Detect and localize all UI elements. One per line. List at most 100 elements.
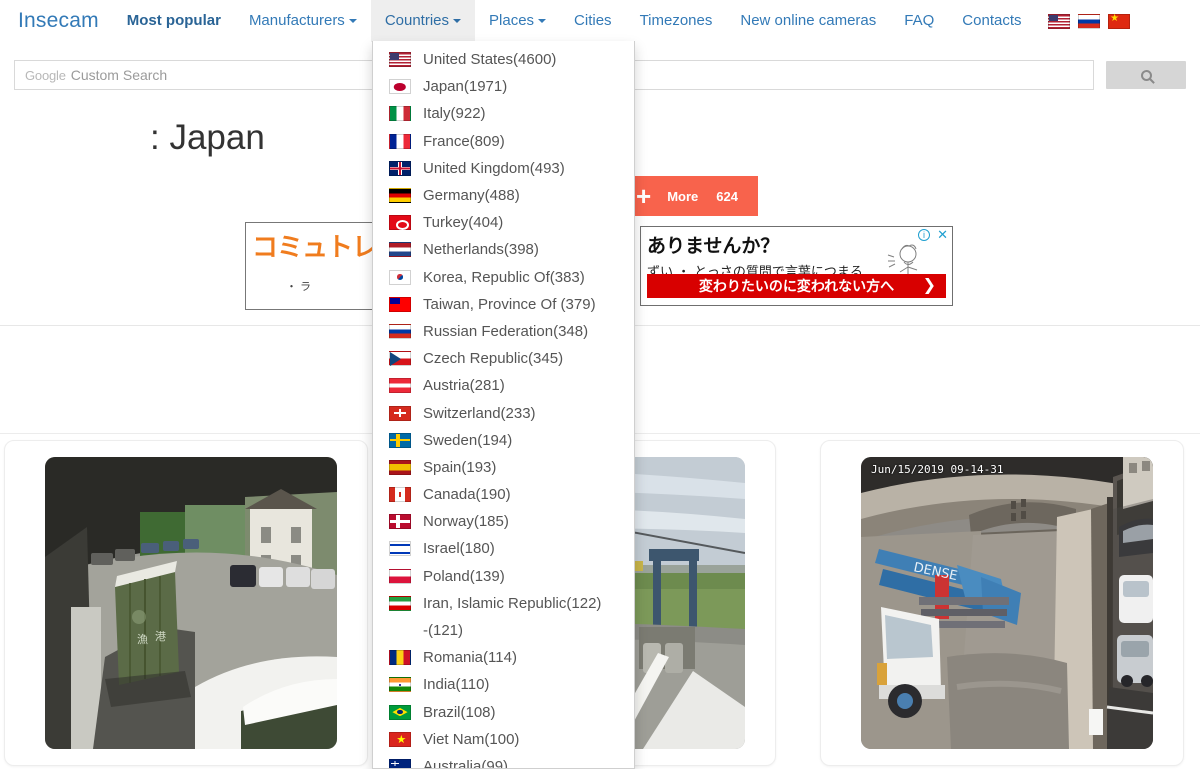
- flag-cn-icon[interactable]: [1107, 13, 1130, 29]
- svg-text:漁: 漁: [137, 632, 148, 646]
- nav-item-contacts[interactable]: Contacts: [948, 0, 1035, 42]
- dropdown-item-switzerland-233[interactable]: Switzerland(233): [373, 399, 634, 426]
- flag-ru-icon[interactable]: [1077, 13, 1100, 29]
- dropdown-item-label: United Kingdom(493): [423, 159, 565, 177]
- dropdown-item-india-110[interactable]: India(110): [373, 671, 634, 698]
- flag-pl-icon: [389, 568, 411, 584]
- dropdown-item-label: Canada(190): [423, 486, 511, 504]
- dropdown-item-121[interactable]: -(121): [373, 617, 634, 644]
- ad-info-icon[interactable]: i: [918, 229, 930, 241]
- dropdown-item-label: Italy(922): [423, 105, 486, 123]
- share-more-button[interactable]: + More 624: [620, 176, 758, 216]
- nav-item-places[interactable]: Places: [475, 0, 560, 42]
- dropdown-item-united-kingdom-493[interactable]: United Kingdom(493): [373, 155, 634, 182]
- dropdown-item-label: Spain(193): [423, 458, 497, 476]
- camera-timestamp: Jun/15/2019 09-14-31: [871, 463, 1004, 476]
- dropdown-item-label: Turkey(404): [423, 214, 504, 232]
- dropdown-item-romania-114[interactable]: Romania(114): [373, 644, 634, 671]
- nav-item-label: Cities: [574, 12, 612, 29]
- dropdown-item-italy-922[interactable]: Italy(922): [373, 100, 634, 127]
- dropdown-item-united-states-4600[interactable]: United States(4600): [373, 46, 634, 73]
- flag-ch-icon: [389, 405, 411, 421]
- dropdown-item-label: India(110): [423, 676, 490, 694]
- nav-item-label: FAQ: [904, 12, 935, 29]
- flag-ir-icon: [389, 595, 411, 611]
- nav-item-faq[interactable]: FAQ: [890, 0, 948, 42]
- dropdown-item-label: Netherlands(398): [423, 241, 539, 259]
- dropdown-item-australia-99[interactable]: Australia(99): [373, 753, 634, 769]
- page-root: Insecam Most popular Manufacturers Countri…: [0, 0, 1200, 769]
- dropdown-item-germany-488[interactable]: Germany(488): [373, 182, 634, 209]
- dropdown-item-japan-1971[interactable]: Japan(1971): [373, 73, 634, 100]
- dropdown-item-label: Israel(180): [423, 540, 495, 558]
- svg-text:港: 港: [155, 630, 166, 643]
- dropdown-item-norway-185[interactable]: Norway(185): [373, 508, 634, 535]
- dropdown-item-canada-190[interactable]: Canada(190): [373, 481, 634, 508]
- dropdown-item-label: Poland(139): [423, 567, 505, 585]
- countries-dropdown: United States(4600) Japan(1971) Italy(922)…: [372, 41, 635, 769]
- nav-item-countries[interactable]: Countries: [370, 0, 476, 42]
- site-brand[interactable]: Insecam: [0, 9, 113, 33]
- chevron-down-icon: [538, 19, 547, 24]
- nav-items: Most popular Manufacturers Countries Places…: [113, 0, 1036, 42]
- ad-cta-text: 変わりたいのに変われない方へ: [698, 279, 895, 295]
- camera-card-1[interactable]: 漁 港: [4, 440, 368, 766]
- ad-right[interactable]: ありませんか？ ずい ・ とっさの質問で言葉につまる i ✕ 変わりたいのに変わ…: [640, 226, 953, 306]
- flag-in-icon: [389, 677, 411, 693]
- dropdown-item-sweden-194[interactable]: Sweden(194): [373, 427, 634, 454]
- flag-at-icon: [389, 378, 411, 394]
- nav-item-manufacturers[interactable]: Manufacturers: [235, 0, 371, 42]
- plus-icon: +: [636, 181, 652, 211]
- nav-item-label: Most popular: [126, 12, 221, 29]
- flag-tr-icon: [389, 215, 411, 231]
- dropdown-item-label: Norway(185): [423, 513, 509, 531]
- dropdown-item-turkey-404[interactable]: Turkey(404): [373, 209, 634, 236]
- dropdown-item-brazil-108[interactable]: Brazil(108): [373, 699, 634, 726]
- flag-ru-icon: [389, 323, 411, 339]
- main-navbar: Insecam Most popular Manufacturers Countri…: [0, 0, 1200, 42]
- chevron-down-icon: [348, 19, 357, 24]
- camera-card-3[interactable]: DENSE Jun/15/2019 09-14-31: [820, 440, 1184, 766]
- nav-item-label: New online cameras: [740, 12, 877, 29]
- ad-right-cta[interactable]: 変わりたいのに変われない方へ ❯: [647, 274, 946, 298]
- language-flags: [1044, 13, 1134, 29]
- dropdown-item-czech-republic-345[interactable]: Czech Republic(345): [373, 345, 634, 372]
- dropdown-item-label: United States(4600): [423, 51, 557, 69]
- dropdown-item-label: Taiwan, Province Of (379): [423, 295, 596, 313]
- dropdown-item-label: Sweden(194): [423, 431, 513, 449]
- nav-item-label: Countries: [384, 12, 450, 29]
- camera-thumb-1[interactable]: 漁 港: [45, 457, 337, 749]
- nav-item-timezones[interactable]: Timezones: [626, 0, 727, 42]
- camera-thumb-3[interactable]: DENSE Jun/15/2019 09-14-31: [861, 457, 1153, 749]
- dropdown-item-poland-139[interactable]: Poland(139): [373, 563, 634, 590]
- nav-item-most-popular[interactable]: Most popular: [113, 0, 235, 42]
- dropdown-item-france-809[interactable]: France(809): [373, 128, 634, 155]
- flag-us-icon: [389, 52, 411, 68]
- dropdown-item-label: Switzerland(233): [423, 404, 536, 422]
- dropdown-item-korea-republic-of-383[interactable]: Korea, Republic Of(383): [373, 264, 634, 291]
- flag-no-icon: [389, 514, 411, 530]
- dropdown-item-russian-federation-348[interactable]: Russian Federation(348): [373, 318, 634, 345]
- flag-tw-icon: [389, 296, 411, 312]
- search-button[interactable]: [1106, 61, 1186, 89]
- dropdown-item-austria-281[interactable]: Austria(281): [373, 372, 634, 399]
- dropdown-item-viet-nam-100[interactable]: Viet Nam(100): [373, 726, 634, 753]
- dropdown-item-label: Iran, Islamic Republic(122): [423, 594, 602, 612]
- ad-close-icon[interactable]: ✕: [937, 228, 948, 241]
- flag-us-icon[interactable]: [1047, 13, 1070, 29]
- nav-item-cities[interactable]: Cities: [560, 0, 626, 42]
- flag-kr-icon: [389, 269, 411, 285]
- flag-au-icon: [389, 758, 411, 768]
- dropdown-item-label: Australia(99): [423, 757, 509, 769]
- flag-ca-icon: [389, 487, 411, 503]
- nav-item-new-online-cameras[interactable]: New online cameras: [726, 0, 890, 42]
- dropdown-item-israel-180[interactable]: Israel(180): [373, 535, 634, 562]
- flag-it-icon: [389, 106, 411, 122]
- flag-cz-icon: [389, 351, 411, 367]
- dropdown-item-spain-193[interactable]: Spain(193): [373, 454, 634, 481]
- dropdown-item-label: Russian Federation(348): [423, 322, 589, 340]
- dropdown-item-label: France(809): [423, 132, 505, 150]
- dropdown-item-iran-islamic-republic-122[interactable]: Iran, Islamic Republic(122): [373, 590, 634, 617]
- dropdown-item-netherlands-398[interactable]: Netherlands(398): [373, 236, 634, 263]
- dropdown-item-taiwan-province-of-379[interactable]: Taiwan, Province Of (379): [373, 291, 634, 318]
